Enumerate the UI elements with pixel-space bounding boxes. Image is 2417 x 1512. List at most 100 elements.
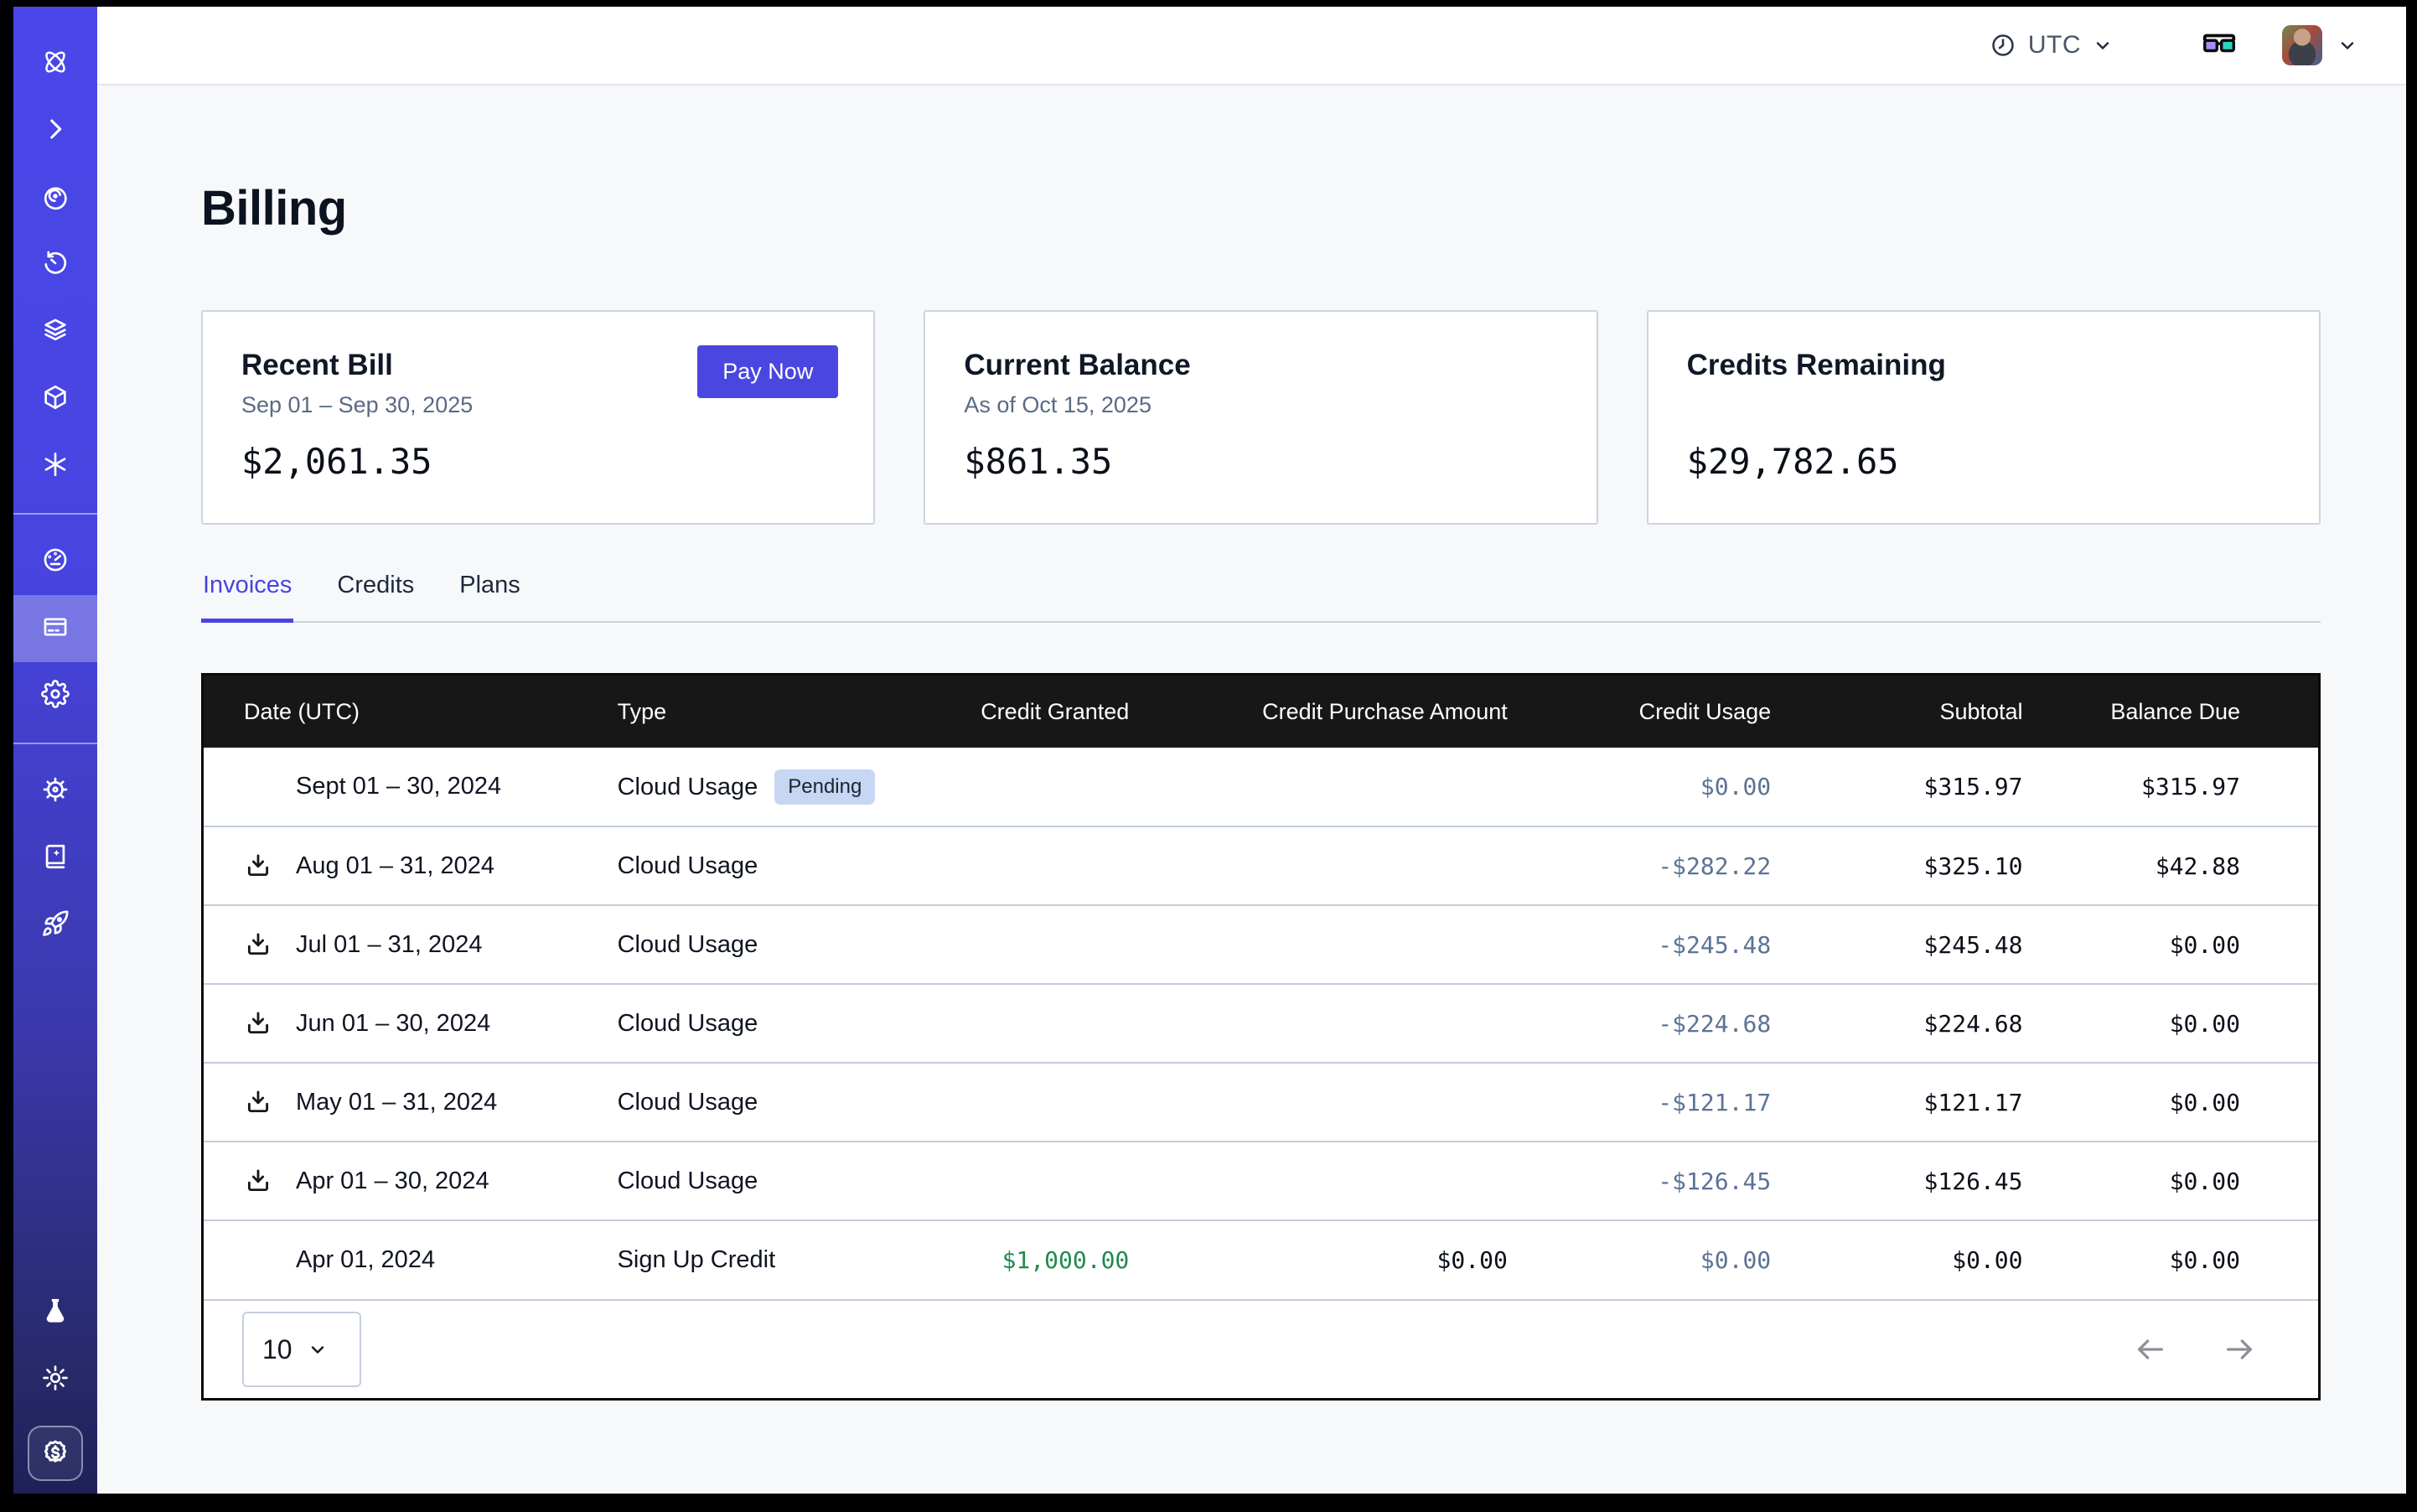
table-footer: 10 bbox=[204, 1299, 2318, 1398]
sidebar-item-functions[interactable] bbox=[13, 432, 97, 500]
timezone-selector[interactable]: UTC bbox=[1990, 31, 2113, 60]
sidebar-item-dashboard[interactable] bbox=[13, 528, 97, 595]
sidebar-item-docs[interactable] bbox=[13, 825, 97, 892]
card-subtitle bbox=[1687, 392, 2280, 421]
balance-due-cell: $0.00 bbox=[2023, 984, 2318, 1063]
brightness-icon bbox=[41, 1364, 70, 1396]
card-subtitle: As of Oct 15, 2025 bbox=[964, 392, 1557, 421]
sidebar-spacer bbox=[13, 959, 97, 1279]
sidebar-item-credits-badge[interactable] bbox=[13, 1413, 97, 1494]
col-date: Date (UTC) bbox=[204, 676, 618, 748]
sidebar-item-getting-started[interactable] bbox=[13, 892, 97, 959]
gear-icon bbox=[41, 680, 70, 712]
status-badge: Pending bbox=[774, 769, 875, 805]
credit-granted-cell: $1,000.00 bbox=[877, 1220, 1129, 1299]
helm-icon bbox=[41, 775, 70, 808]
content-column: UTC Billing Recent Bil bbox=[97, 7, 2406, 1494]
invoice-type: Sign Up Credit bbox=[618, 1246, 776, 1273]
app-logo[interactable] bbox=[13, 30, 97, 97]
credit-granted-cell bbox=[877, 905, 1129, 984]
balance-due-cell: $315.97 bbox=[2023, 748, 2318, 826]
invoice-type: Cloud Usage bbox=[618, 774, 758, 800]
credit-usage-cell: -$121.17 bbox=[1508, 1063, 1771, 1142]
app-window: UTC Billing Recent Bil bbox=[13, 7, 2406, 1494]
sidebar-divider bbox=[13, 743, 97, 744]
tab-invoices[interactable]: Invoices bbox=[201, 572, 293, 621]
invoices-table: Date (UTC) Type Credit Granted Credit Pu… bbox=[201, 673, 2321, 1401]
flask-icon bbox=[41, 1297, 70, 1329]
invoice-rows: Sept 01 – 30, 2024 Cloud UsagePending $0… bbox=[204, 748, 2318, 1299]
sidebar-item-labs[interactable] bbox=[13, 1279, 97, 1346]
invoice-type: Cloud Usage bbox=[618, 1010, 758, 1037]
table-row: Jul 01 – 31, 2024 Cloud Usage -$245.48 $… bbox=[204, 905, 2318, 984]
invoice-date: Apr 01 – 30, 2024 bbox=[296, 1168, 489, 1195]
col-credit-usage: Credit Usage bbox=[1508, 676, 1771, 748]
sidebar-item-packages[interactable] bbox=[13, 365, 97, 432]
download-invoice-button[interactable] bbox=[244, 1167, 296, 1195]
chevron-down-icon bbox=[308, 1339, 328, 1359]
credit-usage-cell: $0.00 bbox=[1508, 748, 1771, 826]
card-title: Current Balance bbox=[964, 349, 1557, 382]
trace-spiral-icon bbox=[41, 182, 70, 215]
subtotal-cell: $224.68 bbox=[1771, 984, 2022, 1063]
top-bar: UTC bbox=[97, 7, 2406, 85]
balance-due-cell: $42.88 bbox=[2023, 826, 2318, 905]
download-invoice-button[interactable] bbox=[244, 930, 296, 959]
sidebar-collapse-toggle[interactable] bbox=[13, 97, 97, 164]
pagination-arrows bbox=[2134, 1333, 2256, 1366]
dollar-badge-icon bbox=[28, 1426, 83, 1481]
sidebar-item-billing[interactable] bbox=[13, 595, 97, 662]
subtotal-cell: $325.10 bbox=[1771, 826, 2022, 905]
sidebar bbox=[13, 7, 97, 1494]
summary-cards: Recent Bill Sep 01 – Sep 30, 2025 $2,061… bbox=[201, 310, 2321, 525]
table-row: Sept 01 – 30, 2024 Cloud UsagePending $0… bbox=[204, 748, 2318, 826]
sidebar-item-history[interactable] bbox=[13, 231, 97, 298]
invoice-date: Jul 01 – 31, 2024 bbox=[296, 931, 483, 959]
credit-usage-cell: -$126.45 bbox=[1508, 1142, 1771, 1220]
table-row: Apr 01, 2024 Sign Up Credit $1,000.00 $0… bbox=[204, 1220, 2318, 1299]
col-type: Type bbox=[618, 676, 877, 748]
user-menu-button[interactable] bbox=[2337, 35, 2357, 55]
sidebar-item-admin[interactable] bbox=[13, 758, 97, 825]
main-content: Billing Recent Bill Sep 01 – Sep 30, 202… bbox=[97, 85, 2406, 1494]
subtotal-cell: $121.17 bbox=[1771, 1063, 2022, 1142]
download-icon bbox=[244, 852, 272, 880]
docs-book-icon bbox=[41, 842, 70, 875]
credit-usage-cell: -$224.68 bbox=[1508, 984, 1771, 1063]
download-invoice-button[interactable] bbox=[244, 852, 296, 880]
col-credit-purchase: Credit Purchase Amount bbox=[1129, 676, 1508, 748]
pay-now-button[interactable]: Pay Now bbox=[697, 345, 838, 398]
invoice-date: Jun 01 – 30, 2024 bbox=[296, 1010, 490, 1038]
invoice-date: Aug 01 – 31, 2024 bbox=[296, 852, 494, 880]
tab-credits[interactable]: Credits bbox=[335, 572, 416, 621]
credit-granted-cell bbox=[877, 748, 1129, 826]
cube-icon bbox=[41, 383, 70, 416]
next-page-button[interactable] bbox=[2223, 1333, 2256, 1366]
invoice-type: Cloud Usage bbox=[618, 1089, 758, 1116]
rocket-icon bbox=[41, 909, 70, 942]
sidebar-item-settings[interactable] bbox=[13, 662, 97, 729]
invoice-date: Apr 01, 2024 bbox=[296, 1246, 435, 1274]
balance-due-cell: $0.00 bbox=[2023, 1142, 2318, 1220]
page-size-select[interactable]: 10 bbox=[242, 1312, 361, 1387]
orbit-logo-icon bbox=[39, 45, 72, 83]
tab-plans[interactable]: Plans bbox=[458, 572, 522, 621]
sidebar-item-layers[interactable] bbox=[13, 298, 97, 365]
prev-page-button[interactable] bbox=[2134, 1333, 2167, 1366]
credit-usage-cell: -$282.22 bbox=[1508, 826, 1771, 905]
card-amount: $861.35 bbox=[964, 441, 1557, 482]
page-size-value: 10 bbox=[262, 1334, 292, 1365]
download-invoice-button[interactable] bbox=[244, 1009, 296, 1038]
gauge-icon bbox=[41, 546, 70, 578]
table-header: Date (UTC) Type Credit Granted Credit Pu… bbox=[204, 676, 2318, 748]
credit-purchase-cell bbox=[1129, 905, 1508, 984]
invoice-type: Cloud Usage bbox=[618, 931, 758, 958]
table-row: May 01 – 31, 2024 Cloud Usage -$121.17 $… bbox=[204, 1063, 2318, 1142]
sidebar-item-theme[interactable] bbox=[13, 1346, 97, 1413]
demo-mode-button[interactable] bbox=[2200, 26, 2238, 65]
download-invoice-button[interactable] bbox=[244, 1088, 296, 1116]
table-row: Apr 01 – 30, 2024 Cloud Usage -$126.45 $… bbox=[204, 1142, 2318, 1220]
avatar[interactable] bbox=[2282, 25, 2322, 65]
sidebar-item-traces[interactable] bbox=[13, 164, 97, 231]
asterisk-icon bbox=[41, 450, 70, 483]
